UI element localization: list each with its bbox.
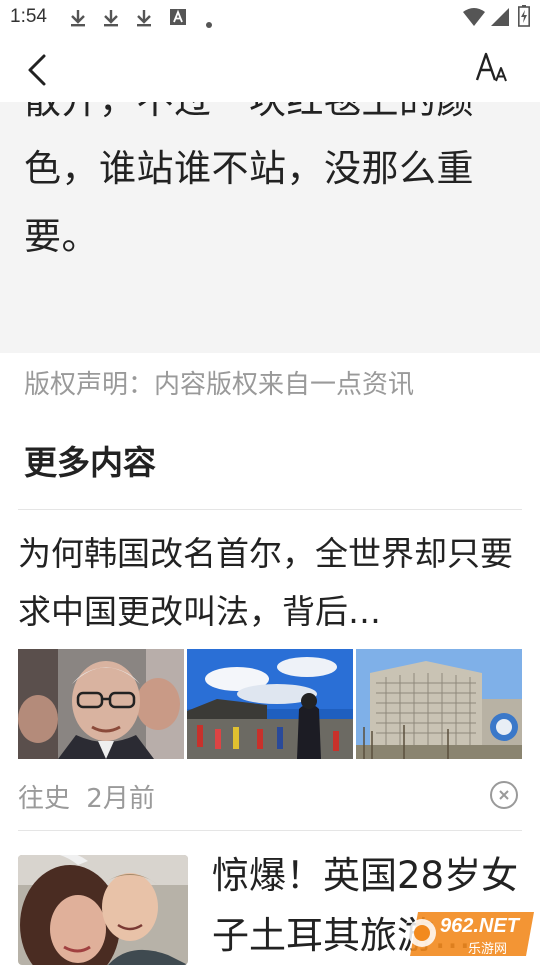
couple-selfie-photo (18, 855, 188, 965)
palace-guards-photo (187, 649, 353, 759)
download-icon (101, 8, 121, 32)
section-divider (18, 509, 522, 510)
font-size-button[interactable] (474, 48, 514, 88)
elderly-man-glasses-photo (18, 649, 184, 759)
news-item-title[interactable]: 为何韩国改名首尔，全世界却只要求中国更改叫法，背后… (18, 525, 522, 641)
watermark-text: 962.NET (440, 915, 519, 937)
font-size-icon (475, 52, 507, 82)
news-time: 2月前 (86, 784, 155, 814)
copyright-notice: 版权声明：内容版权来自一点资讯 (24, 370, 415, 400)
dot-icon (205, 14, 213, 33)
status-time: 1:54 (10, 6, 47, 27)
download-icon (134, 8, 154, 32)
font-a-icon (169, 8, 187, 30)
news-thumbnail-1[interactable] (18, 649, 184, 759)
news-thumbnail-2[interactable] (187, 649, 353, 759)
close-icon (499, 790, 509, 800)
wifi-icon (462, 7, 486, 31)
news-item-meta: 往史 2月前 (18, 778, 155, 815)
item-divider (18, 830, 522, 831)
news-thumbnail-4[interactable] (18, 855, 188, 965)
watermark-subtext: 乐游网 (468, 942, 508, 957)
more-content-title: 更多内容 (24, 443, 156, 482)
download-icon (68, 8, 88, 32)
site-watermark: 962.NET 乐游网 (404, 906, 540, 960)
news-thumbnail-3[interactable] (356, 649, 522, 759)
news-source: 往史 (18, 784, 71, 814)
back-button[interactable] (18, 50, 58, 90)
status-bar: 1:54 (0, 0, 540, 36)
government-building-photo (356, 649, 522, 759)
signal-icon (490, 7, 510, 31)
top-nav-bar (0, 36, 540, 102)
dismiss-button[interactable] (490, 781, 518, 809)
chevron-left-icon (28, 54, 46, 86)
battery-icon (518, 5, 530, 31)
